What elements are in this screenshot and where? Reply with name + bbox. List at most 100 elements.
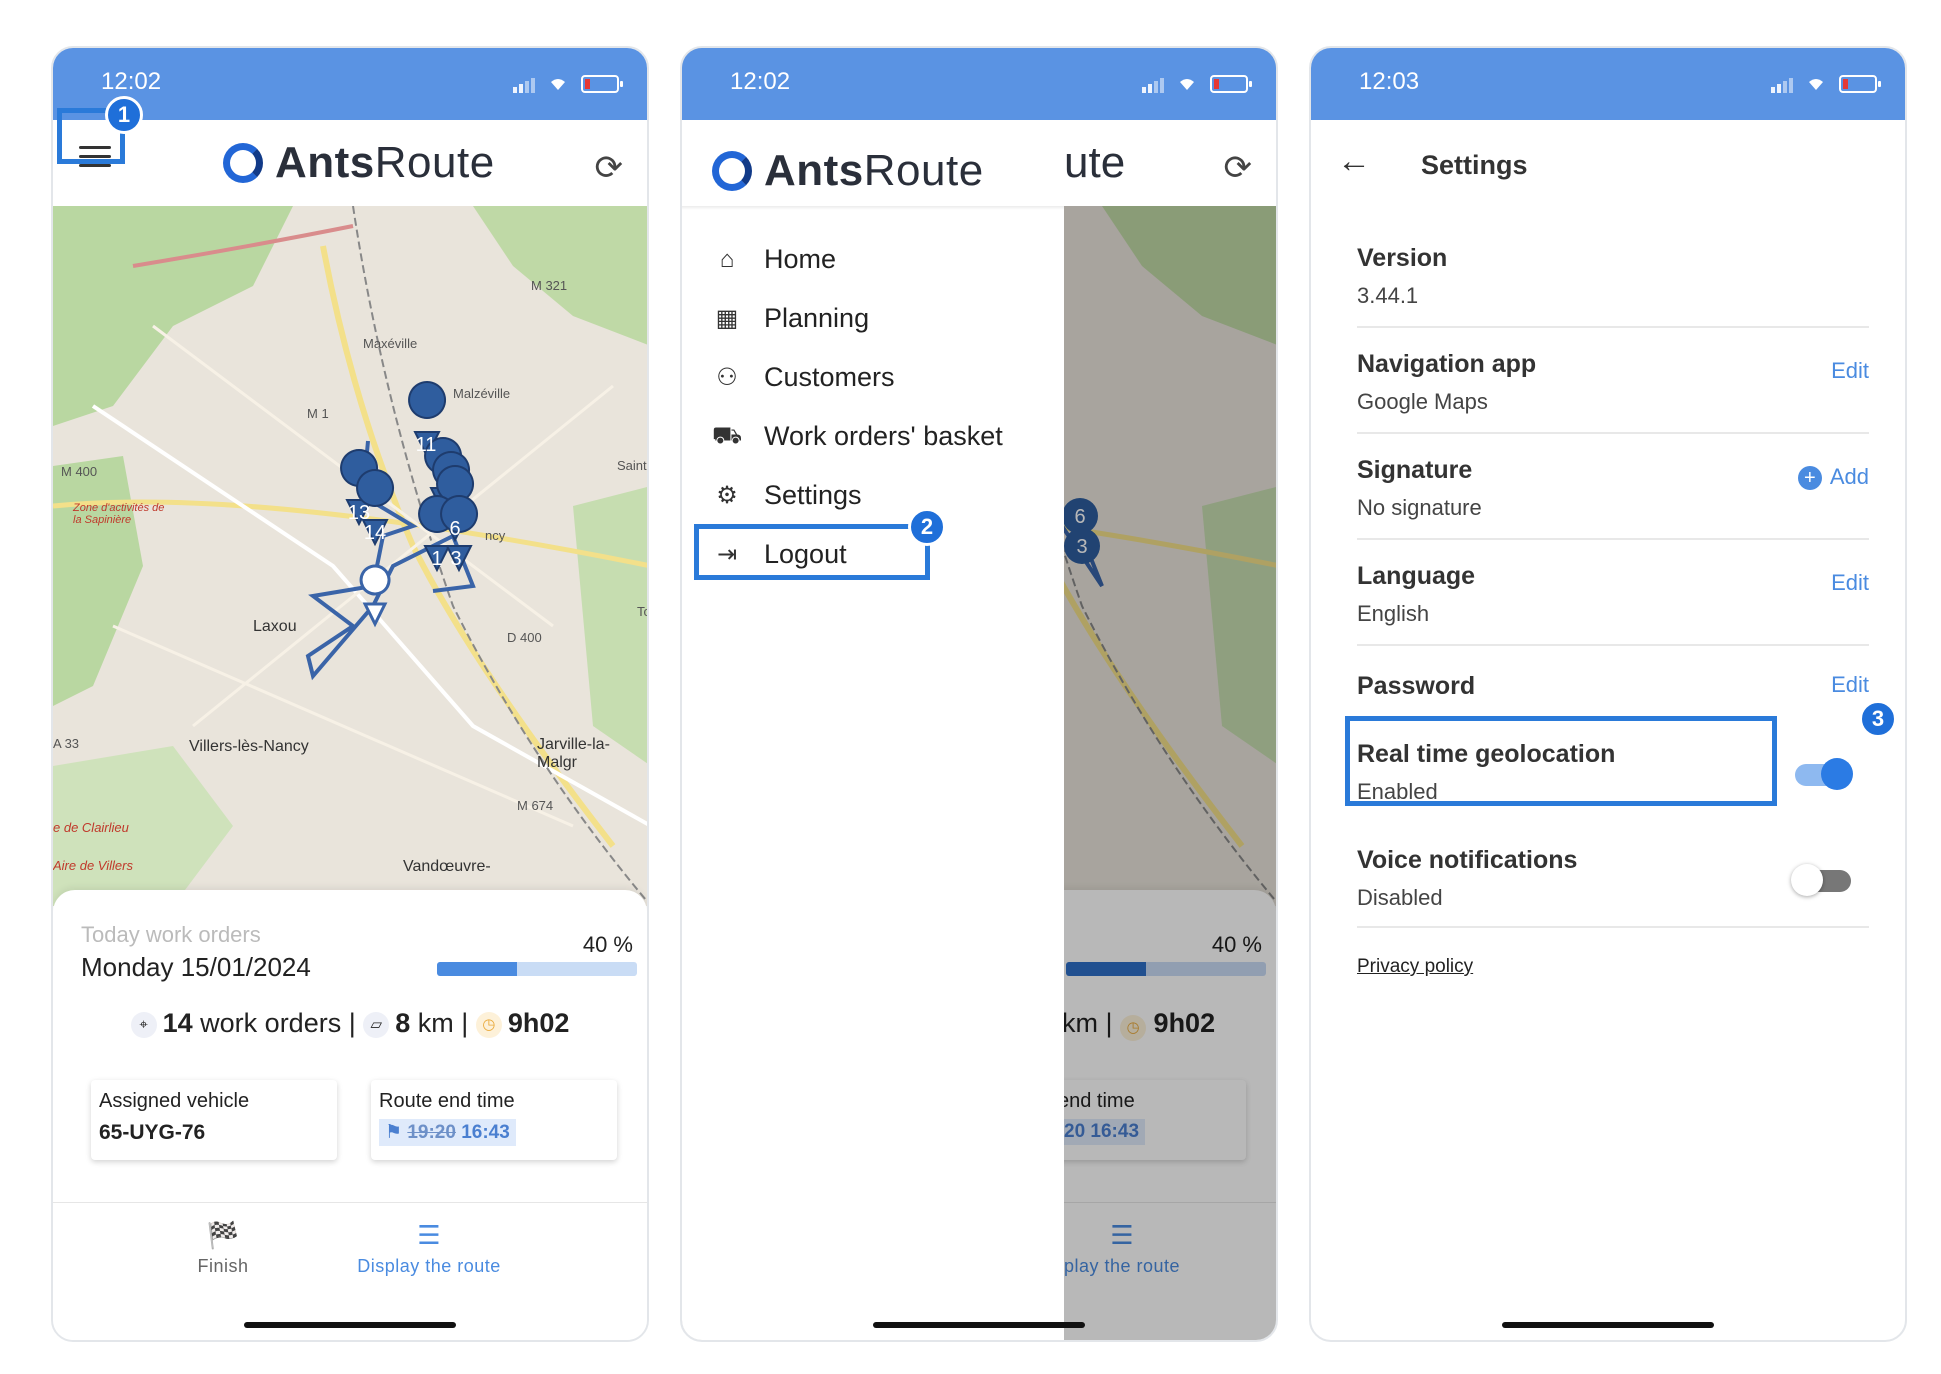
menu-item-label: Planning [764, 303, 870, 333]
map-marker [340, 381, 479, 573]
edit-password-button[interactable]: Edit [1831, 672, 1869, 698]
pin-icon: ⌖ [130, 1011, 157, 1038]
menu-item-label: Customers [764, 362, 895, 392]
home-indicator [1502, 1322, 1714, 1328]
settings-header: ← Settings [1311, 120, 1905, 206]
end-time-old: 19:20 [407, 1122, 456, 1143]
app-bar: AntsRoute ⟳ [53, 120, 647, 206]
geolocation-toggle[interactable] [1795, 758, 1853, 790]
settings-highlight [694, 524, 930, 580]
distance-value: 8 [395, 1008, 411, 1038]
vehicle-card[interactable]: Assigned vehicle 65-UYG-76 [91, 1080, 337, 1160]
logo-mark [712, 151, 752, 191]
geolocation-highlight [1345, 716, 1777, 806]
tab-finish[interactable]: 🏁 Finish [123, 1220, 323, 1277]
menu-item-planning[interactable]: ▦ Planning [712, 303, 869, 334]
calendar-icon: ▦ [715, 305, 739, 332]
setting-version: Version 3.44.1 [1357, 244, 1869, 328]
setting-value: Disabled [1357, 885, 1443, 910]
end-time-card[interactable]: Route end time ⚑ 19:20 16:43 [371, 1080, 617, 1160]
wifi-icon [1180, 79, 1194, 90]
menu-item-label: Home [764, 244, 837, 274]
menu-item-basket[interactable]: ⛟ Work orders' basket [712, 421, 1003, 452]
work-orders-count: 14 [162, 1008, 193, 1038]
phone-settings-screen: 12:03 ← Settings Version 3.44.1 Navigati… [1309, 46, 1907, 1342]
step-badge-1: 1 [105, 96, 143, 134]
tab-divider [53, 1202, 647, 1203]
setting-label: Navigation app [1357, 350, 1537, 378]
setting-password: Password Edit [1357, 672, 1869, 712]
signal-icon [513, 75, 537, 93]
phone-menu-screen: 12:02 ute ⟳ 6 3 40 % km | ◷ 9h02 end tim… [680, 46, 1278, 1342]
setting-language: Language English Edit [1357, 562, 1869, 646]
add-signature-label: Add [1829, 464, 1869, 489]
battery-icon [1839, 75, 1881, 93]
logo-mark [223, 143, 263, 183]
flag-icon: ⚑ [385, 1122, 403, 1143]
privacy-policy-link[interactable]: Privacy policy [1357, 956, 1473, 978]
phone-home-screen: 12:02 AntsRoute ⟳ 1 Maxéville Malzéville… [51, 46, 649, 1342]
sheet-subtitle: Today work orders [81, 922, 261, 947]
duration-value: 9h02 [507, 1008, 570, 1038]
route-markers: 11 13 14 6 1 3 [340, 381, 479, 628]
refresh-icon[interactable]: ⟳ [595, 148, 624, 188]
tab-display-route[interactable]: ☰ Display the route [329, 1220, 529, 1277]
logo-bold: Ants [764, 146, 864, 195]
antsroute-logo: AntsRoute [223, 138, 495, 188]
marker-label: 1 [431, 548, 442, 570]
tab-finish-label: Finish [197, 1256, 249, 1276]
status-bar: 12:03 [1311, 48, 1905, 120]
setting-label: Signature [1357, 456, 1473, 484]
route-map[interactable]: Maxéville Malzéville M 321 M 1 M 400 Zon… [53, 206, 647, 906]
status-time: 12:02 [101, 68, 162, 95]
setting-value: 3.44.1 [1357, 283, 1419, 308]
marker-label: 3 [450, 548, 461, 570]
status-bar: 12:02 [682, 48, 1276, 120]
map-icon: ▱ [363, 1011, 390, 1038]
wifi-icon [1809, 79, 1823, 90]
page-title: Settings [1421, 150, 1528, 180]
sheet-date: Monday 15/01/2024 [81, 952, 311, 982]
route-stats: ⌖ 14 work orders | ▱ 8 km | ◷ 9h02 [53, 1008, 647, 1039]
menu-item-customers[interactable]: ⚇ Customers [712, 362, 895, 393]
battery-icon [581, 75, 623, 93]
voice-notifications-toggle[interactable] [1791, 864, 1851, 896]
distance-text: km | [417, 1008, 469, 1038]
home-indicator [873, 1322, 1085, 1328]
marker-label: 11 [416, 434, 437, 456]
back-arrow-icon[interactable]: ← [1337, 142, 1371, 181]
toggle-knob [1821, 758, 1853, 790]
progress-fill [437, 962, 517, 976]
progress-label: 40 % [582, 932, 633, 957]
menu-item-home[interactable]: ⌂ Home [712, 244, 836, 275]
setting-value: English [1357, 601, 1430, 626]
add-signature-button[interactable]: + Add [1797, 464, 1869, 490]
setting-label: Version [1357, 244, 1448, 272]
home-icon: ⌂ [719, 245, 735, 273]
toggle-knob [1791, 864, 1823, 896]
setting-value: Google Maps [1357, 389, 1488, 414]
signal-icon [1771, 75, 1795, 93]
end-time-chip: ⚑ 19:20 16:43 [379, 1119, 516, 1146]
clock-icon: ◷ [475, 1011, 502, 1038]
setting-label: Language [1357, 562, 1476, 590]
tab-display-route-label: Display the route [357, 1256, 501, 1276]
navigation-drawer: AntsRoute ⌂ Home ▦ Planning ⚇ Customers … [682, 120, 1064, 1340]
menu-item-settings[interactable]: ⚙ Settings [712, 480, 862, 511]
marker-label: 13 [348, 502, 370, 524]
antsroute-logo: AntsRoute [712, 146, 984, 196]
vehicle-value: 65-UYG-76 [99, 1121, 206, 1144]
setting-navigation-app: Navigation app Google Maps Edit [1357, 350, 1869, 434]
edit-navigation-button[interactable]: Edit [1831, 358, 1869, 384]
edit-language-button[interactable]: Edit [1831, 570, 1869, 596]
setting-value: No signature [1357, 495, 1482, 520]
logo-light: Route [863, 146, 984, 195]
logo-light: Route [374, 138, 495, 187]
end-time-new: 16:43 [461, 1122, 510, 1143]
marker-label: 14 [364, 522, 386, 544]
menu-item-label: Settings [764, 480, 862, 510]
end-time-title: Route end time [379, 1090, 515, 1112]
marker-label: 6 [449, 518, 460, 540]
battery-icon [1210, 75, 1252, 93]
checkered-flag-icon: 🏁 [206, 1220, 240, 1250]
